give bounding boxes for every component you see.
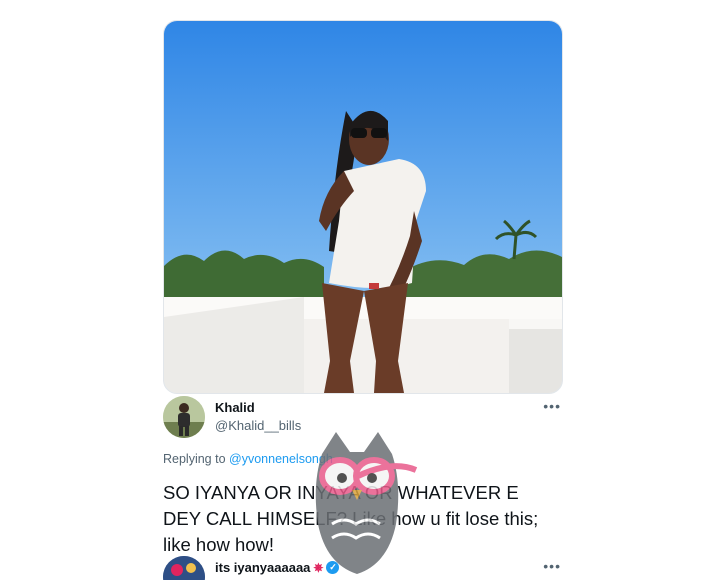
next-display-name-text[interactable]: its iyanyaaaaaa (215, 560, 310, 575)
user-handle[interactable]: @Khalid__bills (215, 418, 301, 433)
verified-badge-icon: ✓ (326, 561, 340, 574)
replying-to-line: Replying to @yvonnenelsongh (163, 452, 333, 466)
next-display-name[interactable]: its iyanyaaaaaa ✵ ✓ (215, 560, 340, 575)
next-reply-tweet[interactable]: its iyanyaaaaaa ✵ ✓ ••• (163, 556, 561, 580)
more-options-icon[interactable]: ••• (543, 398, 561, 414)
next-more-options-icon[interactable]: ••• (543, 558, 561, 574)
tweet-screenshot: Khalid @Khalid__bills ••• Replying to @y… (0, 0, 720, 580)
tweet-text: SO IYANYA OR INYAYA OR WHATEVER E DEY CA… (163, 482, 539, 555)
post-photo[interactable] (163, 20, 563, 394)
next-user-avatar[interactable] (163, 556, 205, 580)
replying-mention-link[interactable]: @yvonnenelsongh (229, 452, 333, 466)
star-emoji-icon: ✵ (313, 560, 324, 575)
display-name[interactable]: Khalid (215, 400, 255, 415)
replying-prefix: Replying to (163, 452, 226, 466)
user-avatar[interactable] (163, 396, 205, 438)
